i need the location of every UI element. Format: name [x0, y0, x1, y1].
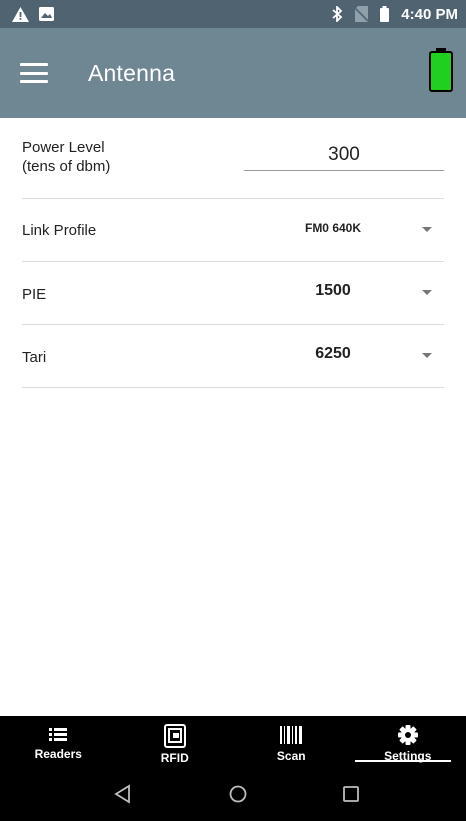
tari-value: 6250 [315, 345, 351, 362]
nav-rfid-label: RFID [160, 751, 189, 765]
pie-value: 1500 [315, 282, 351, 299]
nav-rfid[interactable]: RFID [117, 716, 234, 772]
tari-label: Tari [22, 349, 47, 366]
pie-dropdown[interactable]: 1500 [258, 272, 444, 312]
recents-icon[interactable] [342, 784, 360, 804]
barcode-icon [280, 726, 303, 744]
no-sim-icon [355, 6, 369, 22]
bluetooth-icon [332, 6, 343, 22]
bottom-navigation: Readers RFID Scan Settings [0, 716, 466, 772]
tari-row: Tari 6250 [22, 325, 444, 388]
chevron-down-icon [422, 227, 432, 232]
chevron-down-icon [422, 290, 432, 295]
pie-label: PIE [22, 286, 47, 303]
chevron-down-icon [422, 353, 432, 358]
system-navigation-bar [0, 772, 466, 821]
power-level-label: Power Level (tens of dbm) [22, 138, 110, 176]
power-level-row: Power Level (tens of dbm) [22, 118, 444, 199]
link-profile-label: Link Profile [22, 222, 97, 239]
status-bar: 4:40 PM [0, 0, 466, 28]
list-icon [49, 728, 68, 741]
power-level-input[interactable] [244, 140, 444, 171]
page-title: Antenna [88, 59, 176, 86]
link-profile-dropdown[interactable]: FM0 640K [258, 209, 444, 249]
battery-status-icon [380, 6, 390, 22]
link-profile-value: FM0 640K [304, 221, 362, 235]
nav-scan-label: Scan [276, 749, 306, 763]
nav-settings[interactable]: Settings [350, 716, 466, 772]
nav-readers[interactable]: Readers [0, 716, 117, 772]
link-profile-row: Link Profile FM0 640K [22, 199, 444, 262]
pie-row: PIE 1500 [22, 262, 444, 325]
warning-icon [12, 6, 29, 22]
image-icon [39, 7, 54, 21]
power-level-label-line2: (tens of dbm) [22, 158, 111, 175]
active-tab-indicator [355, 760, 451, 762]
battery-full-icon [429, 48, 453, 92]
nav-scan[interactable]: Scan [233, 716, 350, 772]
tari-dropdown[interactable]: 6250 [258, 335, 444, 375]
nav-readers-label: Readers [34, 747, 82, 761]
power-level-label-line1: Power Level [22, 139, 105, 156]
home-icon[interactable] [228, 784, 248, 804]
app-bar: Antenna [0, 28, 466, 118]
back-icon[interactable] [114, 784, 132, 804]
hamburger-menu-icon[interactable] [20, 63, 48, 83]
rfid-tag-icon [163, 724, 186, 748]
status-time: 4:40 PM [401, 5, 458, 23]
gear-icon [397, 725, 418, 745]
